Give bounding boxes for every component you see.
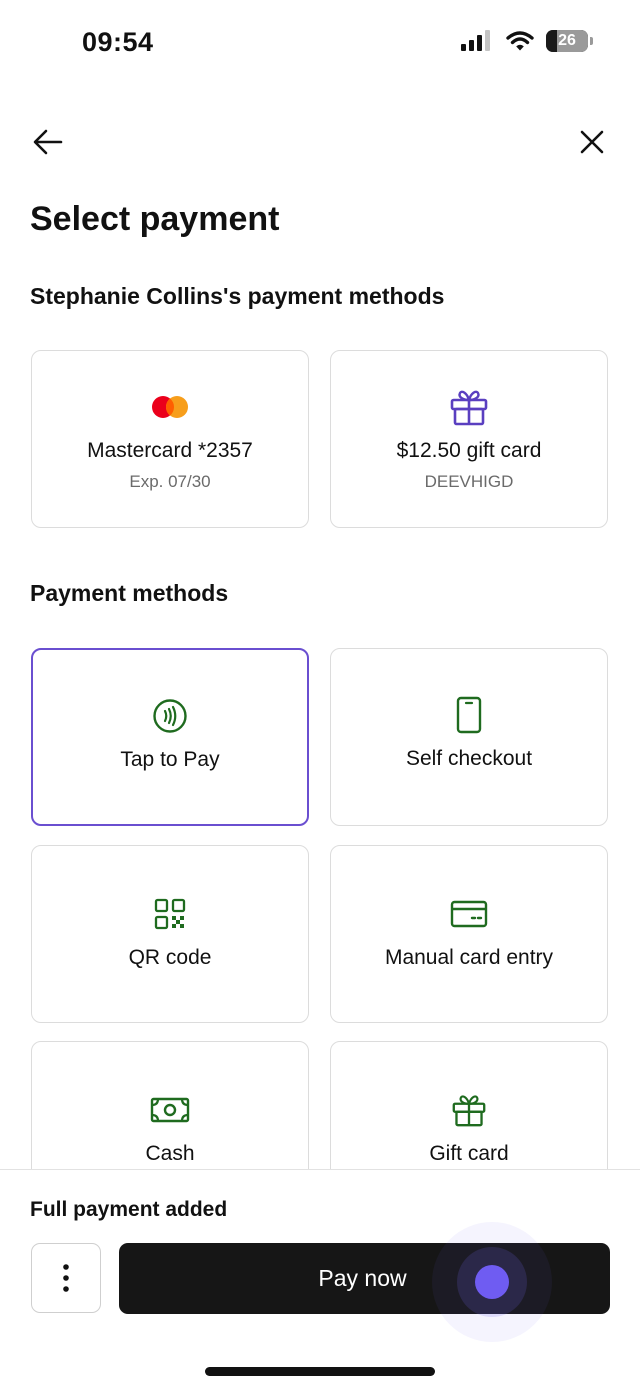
payment-option-qr-code[interactable]: QR code bbox=[31, 845, 309, 1023]
card-expiry: Exp. 07/30 bbox=[129, 472, 211, 491]
option-label: Tap to Pay bbox=[120, 748, 220, 771]
payment-scroll-area[interactable]: Select payment Stephanie Collins's payme… bbox=[0, 0, 640, 1170]
cash-icon bbox=[150, 1092, 190, 1128]
page-title: Select payment bbox=[30, 200, 280, 238]
card-title: Mastercard *2357 bbox=[87, 439, 253, 462]
card-title: $12.50 gift card bbox=[396, 439, 542, 462]
payment-option-self-checkout[interactable]: Self checkout bbox=[330, 648, 608, 826]
option-label: QR code bbox=[128, 946, 212, 969]
home-indicator[interactable] bbox=[205, 1367, 435, 1376]
credit-card-icon bbox=[450, 896, 488, 932]
payment-status: Full payment added bbox=[30, 1198, 228, 1221]
payment-methods-title: Payment methods bbox=[30, 580, 229, 606]
gift-card-code: DEEVHIGD bbox=[424, 472, 514, 491]
top-nav bbox=[0, 118, 640, 166]
gift-icon bbox=[451, 1092, 487, 1128]
option-label: Gift card bbox=[429, 1142, 509, 1165]
gift-icon bbox=[449, 389, 489, 426]
phone-icon bbox=[455, 696, 483, 734]
more-vertical-icon bbox=[63, 1264, 69, 1292]
saved-methods-title: Stephanie Collins's payment methods bbox=[30, 283, 445, 309]
option-label: Manual card entry bbox=[384, 946, 554, 969]
payment-option-tap-to-pay[interactable]: Tap to Pay bbox=[31, 648, 309, 826]
contactless-icon bbox=[152, 698, 188, 734]
qr-code-icon bbox=[154, 896, 186, 932]
mastercard-icon bbox=[150, 389, 190, 425]
more-options-button[interactable] bbox=[31, 1243, 101, 1313]
battery-percent: 26 bbox=[558, 32, 576, 49]
close-icon bbox=[580, 130, 604, 154]
pay-now-label: Pay now bbox=[318, 1265, 407, 1291]
saved-card-gift-card[interactable]: $12.50 gift card DEEVHIGD bbox=[330, 350, 608, 528]
payment-option-manual-card-entry[interactable]: Manual card entry bbox=[330, 845, 608, 1023]
payment-option-cash[interactable]: Cash bbox=[31, 1041, 309, 1170]
arrow-left-icon bbox=[33, 129, 63, 155]
touch-indicator bbox=[475, 1265, 509, 1299]
option-label: Self checkout bbox=[405, 747, 533, 770]
payment-option-gift-card[interactable]: Gift card bbox=[330, 1041, 608, 1170]
option-label: Cash bbox=[145, 1142, 195, 1165]
back-button[interactable] bbox=[24, 118, 72, 166]
close-button[interactable] bbox=[568, 118, 616, 166]
saved-card-mastercard[interactable]: Mastercard *2357 Exp. 07/30 bbox=[31, 350, 309, 528]
